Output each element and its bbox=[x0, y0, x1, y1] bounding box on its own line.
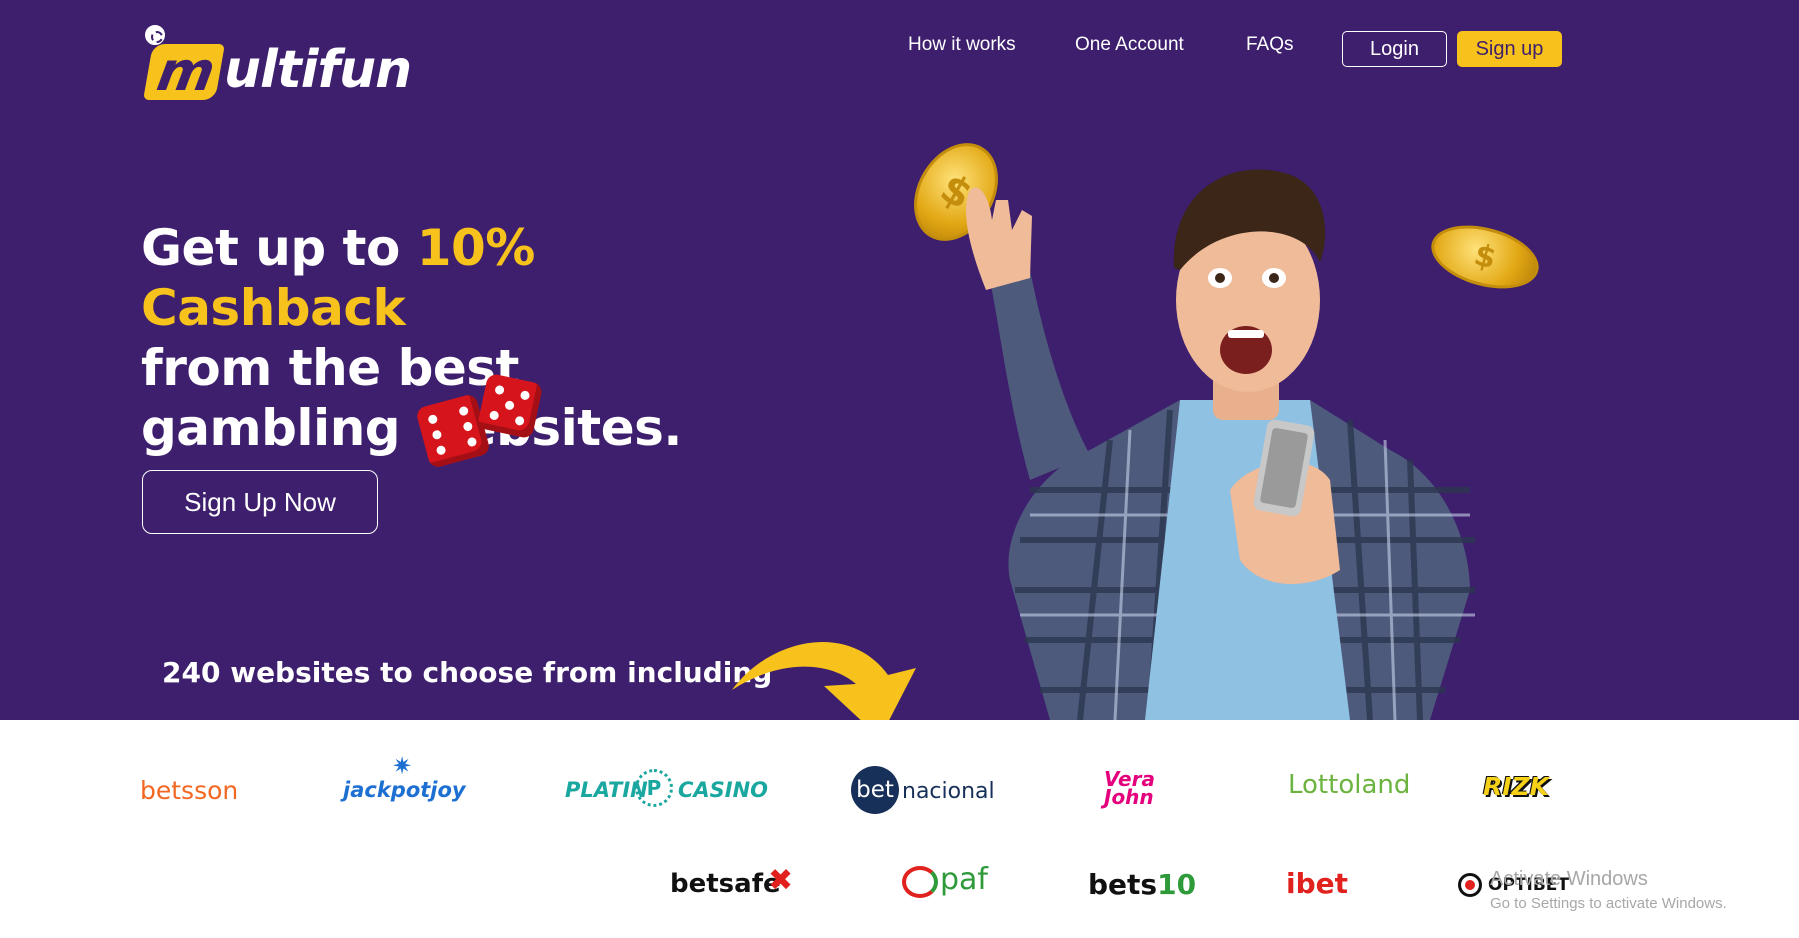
star-icon: ✷ bbox=[392, 752, 413, 780]
ten-text: 10 bbox=[1157, 868, 1197, 901]
curved-arrow-icon bbox=[732, 642, 916, 720]
nav-how-it-works[interactable]: How it works bbox=[908, 34, 1016, 56]
brand-logo-rizk[interactable]: RIZK bbox=[1483, 772, 1549, 801]
headline-text-post: from the best gambling websites. bbox=[141, 339, 682, 457]
headline-text-pre: Get up to bbox=[141, 219, 417, 277]
brand-logo-ibet[interactable]: ibet bbox=[1286, 867, 1348, 900]
brand-logo-verajohn[interactable]: Vera John bbox=[1104, 769, 1155, 809]
brand-logo-betsson[interactable]: betsson bbox=[140, 776, 238, 805]
sign-up-now-button[interactable]: Sign Up Now bbox=[142, 470, 378, 534]
activate-windows-subtitle: Go to Settings to activate Windows. bbox=[1490, 895, 1727, 912]
nav-one-account[interactable]: One Account bbox=[1075, 34, 1184, 56]
brand-logo-lottoland[interactable]: Lottoland bbox=[1288, 770, 1410, 800]
brand-logo-paf[interactable]: paf bbox=[940, 862, 988, 897]
hero-section: m ultifun How it works One Account FAQs … bbox=[0, 0, 1799, 720]
paf-ring-icon bbox=[902, 866, 938, 898]
optibet-target-icon bbox=[1458, 873, 1482, 897]
betsafe-x-icon: ✖ bbox=[768, 863, 794, 898]
nav-faqs[interactable]: FAQs bbox=[1246, 34, 1294, 56]
dice-icon bbox=[476, 372, 544, 440]
brand-logo-betnacional[interactable]: nacional bbox=[902, 779, 995, 804]
brand-logo-bets10[interactable]: bets10 bbox=[1088, 868, 1196, 901]
platin-casino-chip-icon: P bbox=[635, 769, 673, 807]
brand-logo-betsafe[interactable]: betsafe bbox=[670, 869, 781, 899]
signup-button[interactable]: Sign up bbox=[1457, 31, 1562, 67]
activate-windows-title: Activate Windows bbox=[1490, 868, 1648, 890]
brand-logo-betnacional-mark[interactable]: bet bbox=[851, 766, 899, 814]
excited-man-with-phone-image bbox=[965, 169, 1475, 720]
login-button[interactable]: Login bbox=[1342, 31, 1447, 67]
multifun-logo[interactable]: m ultifun bbox=[140, 22, 412, 103]
john-text: John bbox=[1104, 785, 1154, 809]
logo-wordmark: ultifun bbox=[224, 40, 412, 100]
logo-m-badge: m bbox=[143, 40, 225, 103]
brand-logo-casino[interactable]: CASINO bbox=[678, 778, 768, 802]
websites-count-text: 240 websites to choose from including bbox=[162, 656, 773, 689]
brand-logo-jackpotjoy[interactable]: jackpotjoy bbox=[343, 778, 466, 802]
bets-text: bets bbox=[1088, 868, 1158, 901]
